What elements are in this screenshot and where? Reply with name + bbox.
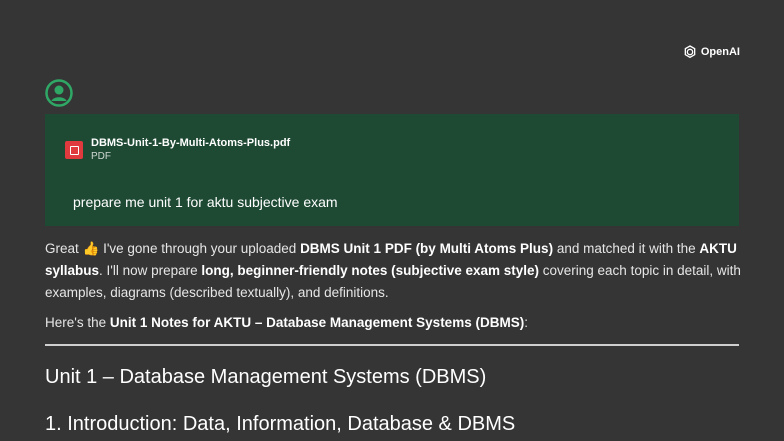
user-avatar-icon (45, 79, 73, 107)
assistant-notes-intro: Here's the Unit 1 Notes for AKTU – Datab… (45, 315, 528, 330)
assistant-intro-paragraph: Great 👍 I've gone through your uploaded … (45, 241, 741, 300)
thumbs-up-icon: 👍 (82, 241, 100, 256)
section-divider (45, 344, 739, 346)
unit-heading: Unit 1 – Database Management Systems (DB… (45, 366, 487, 388)
attachment[interactable]: DBMS-Unit-1-By-Multi-Atoms-Plus.pdf PDF (65, 136, 290, 164)
openai-brand: OpenAI (682, 44, 740, 60)
user-avatar (45, 79, 73, 107)
pdf-file-icon (65, 141, 83, 159)
brand-name: OpenAI (700, 46, 740, 58)
attachment-file-type: PDF (91, 151, 111, 162)
openai-logo-icon (684, 45, 696, 59)
assistant-response: Great 👍 I've gone through your uploaded … (45, 238, 745, 334)
section-heading: 1. Introduction: Data, Information, Data… (45, 413, 516, 435)
user-message-text: prepare me unit 1 for aktu subjective ex… (73, 194, 338, 210)
user-message-card: DBMS-Unit-1-By-Multi-Atoms-Plus.pdf PDF … (45, 114, 739, 226)
attachment-file-name: DBMS-Unit-1-By-Multi-Atoms-Plus.pdf (91, 137, 291, 149)
